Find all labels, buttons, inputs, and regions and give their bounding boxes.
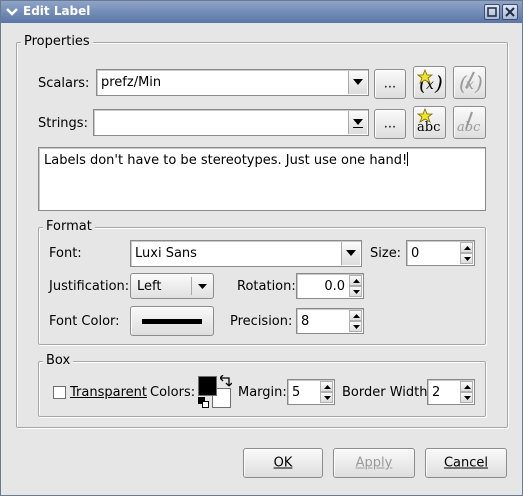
font-color-button[interactable] [130,306,214,336]
precision-spinner[interactable]: 8 [296,308,364,334]
format-legend: Format [43,219,95,234]
ok-button[interactable]: OK [243,448,323,478]
svg-text:abc: abc [417,120,440,135]
spin-up-icon[interactable] [320,381,333,392]
spin-up-icon[interactable] [460,242,473,253]
transparent-checkbox[interactable] [53,386,66,399]
border-width-label: Border Width: [342,385,432,400]
abc-edit-icon[interactable]: abc [453,106,486,139]
rotation-spinner[interactable]: 0.0 [296,273,364,299]
chevron-down-icon[interactable] [341,242,360,265]
font-color-swatch [142,319,202,324]
abc-star-icon[interactable]: abc [413,106,446,139]
color-selector[interactable] [197,375,233,409]
strings-browse-button[interactable]: ... [374,109,406,139]
spin-down-icon[interactable] [349,286,362,297]
margin-value: 5 [292,385,301,400]
cancel-button[interactable]: Cancel [425,448,507,478]
title-bar: Edit Label [1,1,522,23]
foreground-color-swatch[interactable] [198,376,217,396]
size-spinner[interactable]: 0 [406,240,475,266]
spin-down-icon[interactable] [320,392,333,403]
border-width-value: 2 [432,385,441,400]
scalars-combo[interactable]: prefz/Min [96,69,369,96]
close-icon[interactable] [502,4,518,20]
font-value: Luxi Sans [135,246,197,261]
svg-text:): ) [474,71,483,95]
justification-dropdown[interactable]: Left [130,273,214,299]
label-text: Labels don't have to be stereotypes. Jus… [44,153,408,168]
chevron-down-icon [198,284,207,289]
spin-down-icon[interactable] [460,253,473,264]
colors-label: Colors: [150,385,196,400]
spin-down-icon[interactable] [349,321,362,332]
text-caret [407,152,409,166]
chevron-down-icon[interactable] [348,111,367,134]
strings-label: Strings: [38,116,88,131]
size-label: Size: [370,246,402,261]
scalar-edit-icon[interactable]: ( ) x [453,66,486,99]
margin-label: Margin: [238,385,287,400]
strings-combo[interactable] [93,109,369,136]
rotation-value: 0.0 [324,279,345,294]
window-title: Edit Label [23,4,91,18]
properties-legend: Properties [21,34,93,49]
spin-up-icon[interactable] [349,275,362,286]
transparent-label: Transparent [70,385,147,400]
border-width-spinner[interactable]: 2 [427,379,475,405]
swap-arrows-icon[interactable] [220,375,232,387]
svg-text:): ) [434,71,443,95]
label-text-area[interactable]: Labels don't have to be stereotypes. Jus… [38,147,486,211]
chevron-down-icon[interactable] [348,71,367,94]
box-legend: Box [43,353,74,368]
minimize-icon[interactable] [484,4,500,20]
spin-up-icon[interactable] [460,381,473,392]
spin-up-icon[interactable] [349,310,362,321]
chevron-down-icon[interactable] [4,4,20,20]
scalar-star-icon[interactable]: ( ) x [413,66,446,99]
edit-label-dialog: Edit Label Properties Scalars: prefz/Min… [0,0,523,496]
font-combo[interactable]: Luxi Sans [130,240,362,267]
scalars-value: prefz/Min [101,75,162,90]
font-label: Font: [49,246,82,261]
justification-label: Justification: [49,279,130,294]
size-value: 0 [411,246,420,261]
scalars-browse-button[interactable]: ... [374,69,406,99]
font-color-label: Font Color: [49,314,120,329]
justification-value: Left [137,279,162,294]
scalars-label: Scalars: [38,76,90,91]
apply-button[interactable]: Apply [333,448,415,478]
precision-value: 8 [301,314,310,329]
precision-label: Precision: [230,314,293,329]
rotation-label: Rotation: [237,279,296,294]
spin-down-icon[interactable] [460,392,473,403]
margin-spinner[interactable]: 5 [287,379,335,405]
